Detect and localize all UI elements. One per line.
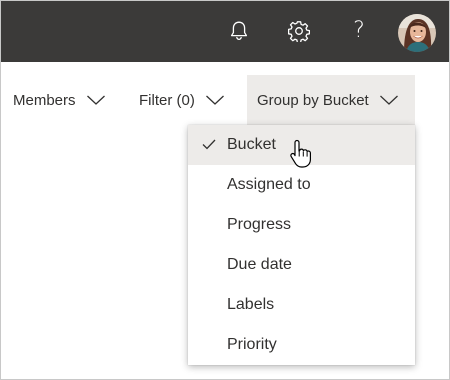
menu-item-assigned-to[interactable]: Assigned to xyxy=(188,165,415,205)
avatar[interactable] xyxy=(398,14,436,52)
group-by-label: Group by Bucket xyxy=(257,91,369,109)
app-window: ? Members Filter (0) Group by Bucket Buc… xyxy=(0,0,450,380)
menu-item-label: Priority xyxy=(227,336,277,353)
members-button[interactable]: Members xyxy=(13,75,106,125)
menu-item-label: Bucket xyxy=(227,136,276,153)
menu-item-priority[interactable]: Priority xyxy=(188,325,415,365)
menu-item-due-date[interactable]: Due date xyxy=(188,245,415,285)
menu-item-labels[interactable]: Labels xyxy=(188,285,415,325)
chevron-down-icon xyxy=(379,95,398,105)
gear-icon xyxy=(288,21,310,42)
bell-icon xyxy=(230,21,248,41)
settings-button[interactable] xyxy=(277,9,321,53)
menu-item-label: Progress xyxy=(227,216,292,233)
notifications-button[interactable] xyxy=(217,9,261,53)
header-bar: ? xyxy=(1,1,449,62)
chevron-down-icon xyxy=(205,95,224,105)
user-photo-icon xyxy=(398,14,436,52)
checkmark-icon xyxy=(202,139,216,150)
menu-item-label: Assigned to xyxy=(227,176,311,193)
chevron-down-icon xyxy=(86,95,105,105)
menu-item-progress[interactable]: Progress xyxy=(188,205,415,245)
hand-cursor-icon xyxy=(290,139,311,168)
members-label: Members xyxy=(13,91,76,109)
filter-label: Filter (0) xyxy=(139,91,195,109)
filter-button[interactable]: Filter (0) xyxy=(139,75,225,125)
help-icon: ? xyxy=(353,18,365,43)
group-by-button[interactable]: Group by Bucket xyxy=(247,75,415,125)
menu-item-label: Labels xyxy=(227,296,275,313)
board-toolbar: Members Filter (0) Group by Bucket xyxy=(1,75,449,125)
menu-item-label: Due date xyxy=(227,256,292,273)
help-button[interactable]: ? xyxy=(337,9,381,53)
